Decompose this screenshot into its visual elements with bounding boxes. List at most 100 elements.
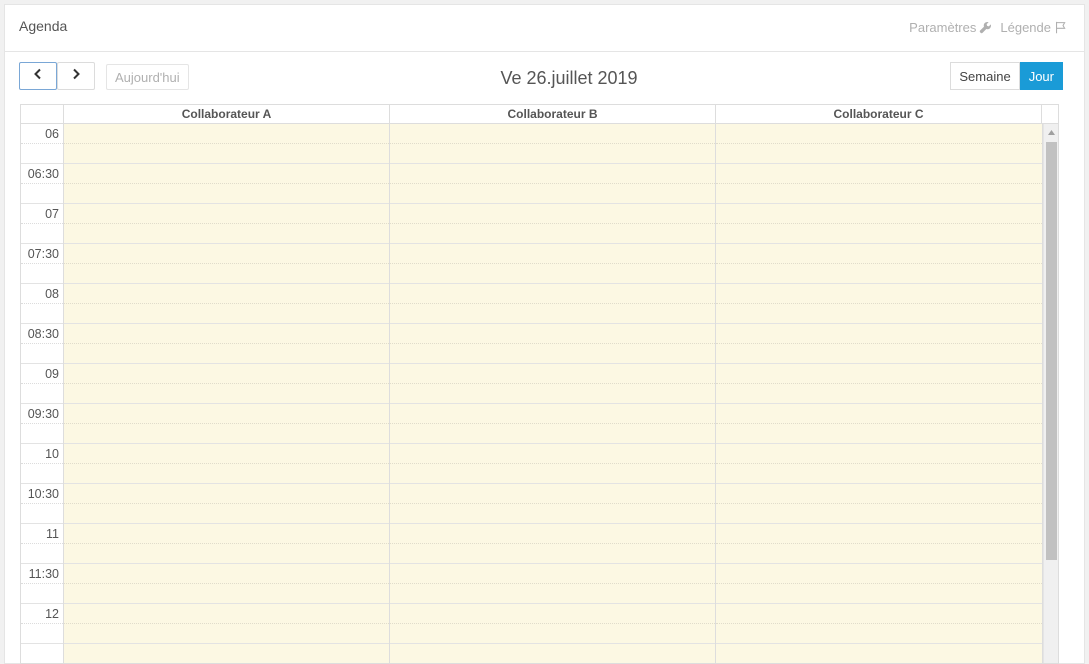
- time-cell[interactable]: [390, 424, 715, 444]
- time-cell[interactable]: [390, 264, 715, 284]
- time-cell[interactable]: [390, 404, 715, 424]
- time-cell[interactable]: [390, 284, 715, 304]
- time-cell[interactable]: [64, 224, 389, 244]
- view-week-button[interactable]: Semaine: [950, 62, 1020, 90]
- settings-label: Paramètres: [909, 20, 977, 35]
- time-cell[interactable]: [716, 324, 1042, 344]
- time-label: 10:30: [21, 484, 63, 504]
- time-cell[interactable]: [716, 124, 1042, 144]
- time-cell[interactable]: [716, 564, 1042, 584]
- flag-icon: [1054, 21, 1068, 34]
- time-cell[interactable]: [390, 544, 715, 564]
- time-cell[interactable]: [716, 304, 1042, 324]
- time-cell[interactable]: [390, 644, 715, 663]
- time-label: 06:30: [21, 164, 63, 184]
- time-cell[interactable]: [64, 264, 389, 284]
- time-cell[interactable]: [64, 524, 389, 544]
- time-cell[interactable]: [390, 484, 715, 504]
- time-cell[interactable]: [390, 584, 715, 604]
- column-collaborateur-c[interactable]: [716, 124, 1043, 663]
- time-cell[interactable]: [716, 184, 1042, 204]
- time-cell[interactable]: [390, 624, 715, 644]
- time-cell[interactable]: [716, 364, 1042, 384]
- time-cell[interactable]: [390, 204, 715, 224]
- time-cell[interactable]: [64, 544, 389, 564]
- time-cell[interactable]: [716, 444, 1042, 464]
- time-cell[interactable]: [64, 344, 389, 364]
- time-cell[interactable]: [64, 144, 389, 164]
- time-cell[interactable]: [64, 604, 389, 624]
- legend-link[interactable]: Légende: [1000, 20, 1068, 35]
- time-cell[interactable]: [716, 164, 1042, 184]
- time-cell[interactable]: [64, 484, 389, 504]
- time-cell[interactable]: [390, 184, 715, 204]
- time-cell[interactable]: [390, 564, 715, 584]
- time-cell[interactable]: [64, 124, 389, 144]
- time-cell[interactable]: [390, 444, 715, 464]
- time-cell[interactable]: [716, 244, 1042, 264]
- time-cell[interactable]: [390, 304, 715, 324]
- column-collaborateur-b[interactable]: [390, 124, 716, 663]
- time-cell[interactable]: [390, 344, 715, 364]
- time-cell[interactable]: [64, 204, 389, 224]
- time-cell[interactable]: [716, 404, 1042, 424]
- time-cell[interactable]: [64, 584, 389, 604]
- time-cell[interactable]: [64, 564, 389, 584]
- time-cell[interactable]: [716, 584, 1042, 604]
- time-label: 09:30: [21, 404, 63, 424]
- time-cell[interactable]: [716, 464, 1042, 484]
- time-cell[interactable]: [716, 144, 1042, 164]
- time-cell[interactable]: [390, 364, 715, 384]
- scrollbar-thumb[interactable]: [1046, 142, 1057, 560]
- time-cell[interactable]: [64, 184, 389, 204]
- view-day-button[interactable]: Jour: [1019, 62, 1063, 90]
- time-cell[interactable]: [64, 164, 389, 184]
- time-cell[interactable]: [64, 404, 389, 424]
- time-cell[interactable]: [716, 624, 1042, 644]
- time-cell[interactable]: [716, 424, 1042, 444]
- time-cell[interactable]: [390, 504, 715, 524]
- time-cell[interactable]: [390, 524, 715, 544]
- time-cell[interactable]: [390, 124, 715, 144]
- time-cell[interactable]: [64, 244, 389, 264]
- time-cell[interactable]: [390, 324, 715, 344]
- time-cell[interactable]: [716, 384, 1042, 404]
- time-cell[interactable]: [390, 164, 715, 184]
- time-cell[interactable]: [716, 484, 1042, 504]
- time-cell[interactable]: [64, 424, 389, 444]
- time-cell[interactable]: [716, 264, 1042, 284]
- time-cell[interactable]: [390, 464, 715, 484]
- time-cell[interactable]: [716, 224, 1042, 244]
- time-cell[interactable]: [64, 304, 389, 324]
- time-cell[interactable]: [716, 204, 1042, 224]
- time-cell[interactable]: [64, 504, 389, 524]
- time-cell[interactable]: [64, 444, 389, 464]
- time-label: 08: [21, 284, 63, 304]
- time-cell[interactable]: [716, 644, 1042, 663]
- time-cell[interactable]: [390, 384, 715, 404]
- time-cell[interactable]: [716, 284, 1042, 304]
- time-cell[interactable]: [716, 604, 1042, 624]
- time-cell[interactable]: [64, 324, 389, 344]
- header-filler: [1042, 105, 1058, 123]
- time-cell[interactable]: [64, 644, 389, 663]
- settings-link[interactable]: Paramètres: [909, 20, 992, 35]
- column-collaborateur-a[interactable]: [64, 124, 390, 663]
- time-cell[interactable]: [64, 624, 389, 644]
- time-cell[interactable]: [716, 524, 1042, 544]
- time-cell[interactable]: [716, 344, 1042, 364]
- vertical-scrollbar[interactable]: [1043, 124, 1058, 663]
- time-cell[interactable]: [64, 284, 389, 304]
- time-cell[interactable]: [64, 464, 389, 484]
- time-cell[interactable]: [716, 504, 1042, 524]
- time-cell[interactable]: [716, 544, 1042, 564]
- calendar-header: Collaborateur A Collaborateur B Collabor…: [21, 105, 1058, 124]
- scroll-up-arrow-icon[interactable]: [1044, 124, 1058, 140]
- time-cell[interactable]: [390, 244, 715, 264]
- time-cell[interactable]: [390, 604, 715, 624]
- time-cell[interactable]: [64, 384, 389, 404]
- time-cell[interactable]: [64, 364, 389, 384]
- time-slot-spacer: [21, 464, 63, 484]
- time-cell[interactable]: [390, 224, 715, 244]
- time-cell[interactable]: [390, 144, 715, 164]
